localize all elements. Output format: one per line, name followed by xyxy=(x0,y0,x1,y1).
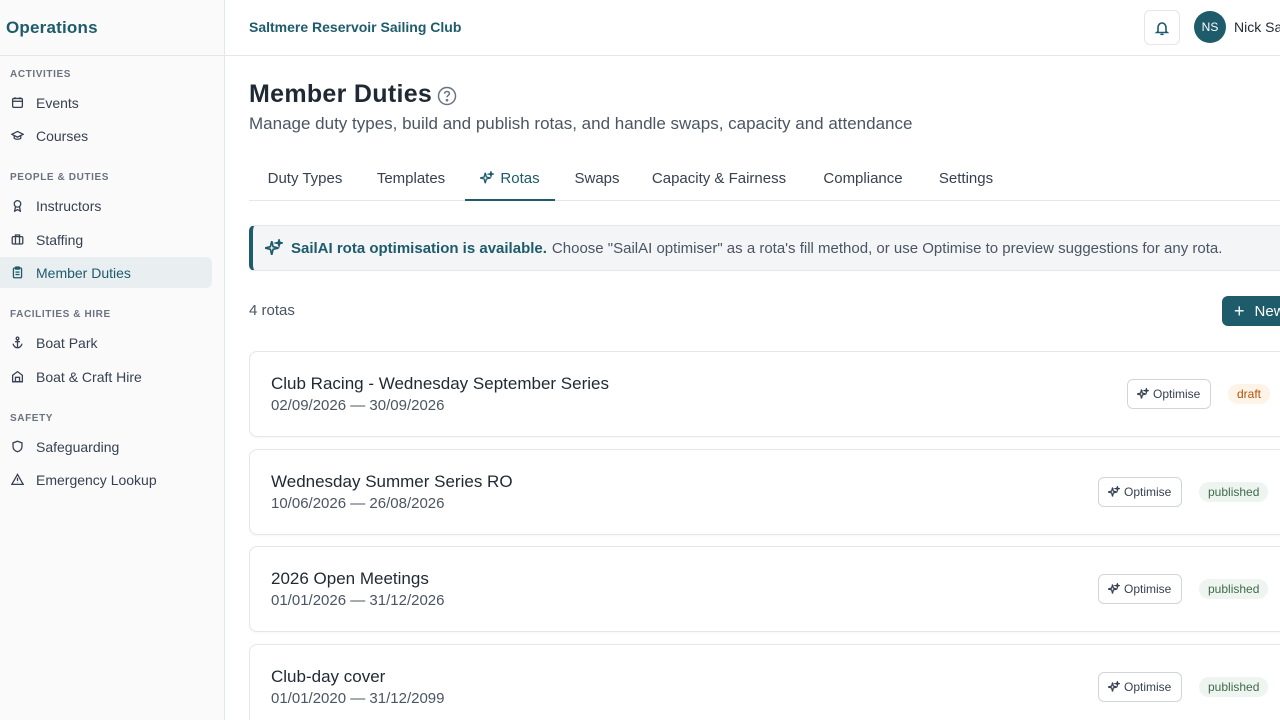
topbar: Saltmere Reservoir Sailing Club NS Nick … xyxy=(225,0,1280,56)
rota-name: Wednesday Summer Series RO xyxy=(271,472,513,491)
building-icon xyxy=(10,370,24,384)
sidebar-item-staffing[interactable]: Staffing xyxy=(0,224,212,255)
sidebar-item-label: Staffing xyxy=(36,231,84,248)
rota-card[interactable]: Wednesday Summer Series RO 10/06/2026 — … xyxy=(249,449,1280,535)
tab-compliance[interactable]: Compliance xyxy=(809,160,917,201)
nav-section-people-duties: PEOPLE & DUTIES xyxy=(10,172,110,183)
status-badge: published xyxy=(1199,482,1269,502)
tab-rotas[interactable]: Rotas xyxy=(465,160,555,201)
sailai-banner: SailAI rota optimisation is available. C… xyxy=(249,225,1280,271)
optimise-label: Optimise xyxy=(1124,582,1172,596)
rota-dates: 01/01/2026 — 31/12/2026 xyxy=(271,592,445,609)
nav-section-activities: ACTIVITIES xyxy=(10,69,72,80)
sparkles-icon xyxy=(265,239,283,257)
sidebar-item-emergency-lookup[interactable]: Emergency Lookup xyxy=(0,464,212,495)
notifications-button[interactable] xyxy=(1144,10,1180,45)
alert-triangle-icon xyxy=(10,473,24,487)
rota-name: Club Racing - Wednesday September Series xyxy=(271,374,609,393)
sidebar-item-label: Events xyxy=(36,94,79,111)
clipboard-icon xyxy=(10,266,24,280)
optimise-button[interactable]: Optimise xyxy=(1098,477,1183,507)
help-circle-icon[interactable] xyxy=(437,86,457,106)
sidebar-item-label: Instructors xyxy=(36,197,102,214)
sidebar-item-label: Courses xyxy=(36,127,89,144)
rota-card[interactable]: 2026 Open Meetings 01/01/2026 — 31/12/20… xyxy=(249,546,1280,632)
status-badge: draft xyxy=(1228,384,1271,404)
new-rota-button[interactable]: + New xyxy=(1222,296,1280,326)
avatar[interactable]: NS xyxy=(1194,11,1226,43)
optimise-button[interactable]: Optimise xyxy=(1098,574,1183,604)
tab-bar: Duty Types Templates Rotas Swaps Capacit… xyxy=(249,160,1280,201)
main-content: Member Duties Manage duty types, build a… xyxy=(249,56,1280,720)
sidebar-item-boat-park[interactable]: Boat Park xyxy=(0,327,212,358)
sparkles-icon xyxy=(480,162,497,184)
bell-icon xyxy=(1154,20,1170,36)
tab-settings[interactable]: Settings xyxy=(925,160,1007,201)
anchor-icon xyxy=(10,336,24,350)
optimise-label: Optimise xyxy=(1124,485,1172,499)
graduation-cap-icon xyxy=(10,129,24,143)
banner-title: SailAI rota optimisation is available. xyxy=(291,239,547,257)
status-badge: published xyxy=(1199,677,1269,697)
shield-icon xyxy=(10,440,24,454)
sidebar-item-label: Member Duties xyxy=(36,264,131,281)
banner-text: Choose "SailAI optimiser" as a rota's fi… xyxy=(551,239,1223,257)
user-name[interactable]: Nick Sa xyxy=(1234,19,1280,35)
optimise-button[interactable]: Optimise xyxy=(1127,379,1212,409)
award-icon xyxy=(10,199,24,213)
tab-duty-types[interactable]: Duty Types xyxy=(249,160,361,201)
optimise-label: Optimise xyxy=(1153,387,1201,401)
sidebar-item-label: Safeguarding xyxy=(36,438,120,455)
sparkles-icon xyxy=(1108,486,1120,498)
page-subtitle: Manage duty types, build and publish rot… xyxy=(249,114,913,133)
nav-section-safety: SAFETY xyxy=(10,413,54,424)
new-button-label: New xyxy=(1254,302,1280,320)
rota-dates: 02/09/2026 — 30/09/2026 xyxy=(271,397,445,414)
rota-card[interactable]: Club Racing - Wednesday September Series… xyxy=(249,351,1280,437)
sidebar-item-label: Boat & Craft Hire xyxy=(36,368,142,385)
calendar-icon xyxy=(10,96,24,110)
rota-dates: 01/01/2020 — 31/12/2099 xyxy=(271,690,445,707)
sparkles-icon xyxy=(1108,583,1120,595)
tab-templates[interactable]: Templates xyxy=(361,160,461,201)
tab-label: Rotas xyxy=(500,170,540,187)
sidebar-item-label: Boat Park xyxy=(36,334,98,351)
briefcase-icon xyxy=(10,233,24,247)
sidebar-item-boat-craft-hire[interactable]: Boat & Craft Hire xyxy=(0,361,212,392)
plus-icon: + xyxy=(1234,301,1245,321)
sparkles-icon xyxy=(1108,681,1120,693)
sidebar-item-safeguarding[interactable]: Safeguarding xyxy=(0,431,212,462)
rota-name: Club-day cover xyxy=(271,667,386,686)
sidebar-title: Operations xyxy=(6,17,98,37)
tab-swaps[interactable]: Swaps xyxy=(559,160,635,201)
sidebar-item-instructors[interactable]: Instructors xyxy=(0,190,212,221)
page-title: Member Duties xyxy=(249,80,433,108)
sidebar-item-label: Emergency Lookup xyxy=(36,471,157,488)
rota-card[interactable]: Club-day cover 01/01/2020 — 31/12/2099 O… xyxy=(249,644,1280,720)
rota-name: 2026 Open Meetings xyxy=(271,569,429,588)
status-badge: published xyxy=(1199,579,1269,599)
optimise-label: Optimise xyxy=(1124,680,1172,694)
club-name[interactable]: Saltmere Reservoir Sailing Club xyxy=(249,19,461,35)
sparkles-icon xyxy=(1137,388,1149,400)
nav-section-facilities-hire: FACILITIES & HIRE xyxy=(10,309,111,320)
rotas-count: 4 rotas xyxy=(249,302,295,319)
sidebar-item-courses[interactable]: Courses xyxy=(0,120,212,151)
sidebar-item-events[interactable]: Events xyxy=(0,87,212,118)
rota-dates: 10/06/2026 — 26/08/2026 xyxy=(271,495,445,512)
sidebar-header: Operations xyxy=(0,0,224,56)
sidebar-item-member-duties[interactable]: Member Duties xyxy=(0,257,212,288)
sidebar: Operations ACTIVITIES Events Courses PEO… xyxy=(0,0,225,720)
optimise-button[interactable]: Optimise xyxy=(1098,672,1183,702)
tab-capacity-fairness[interactable]: Capacity & Fairness xyxy=(639,160,799,201)
